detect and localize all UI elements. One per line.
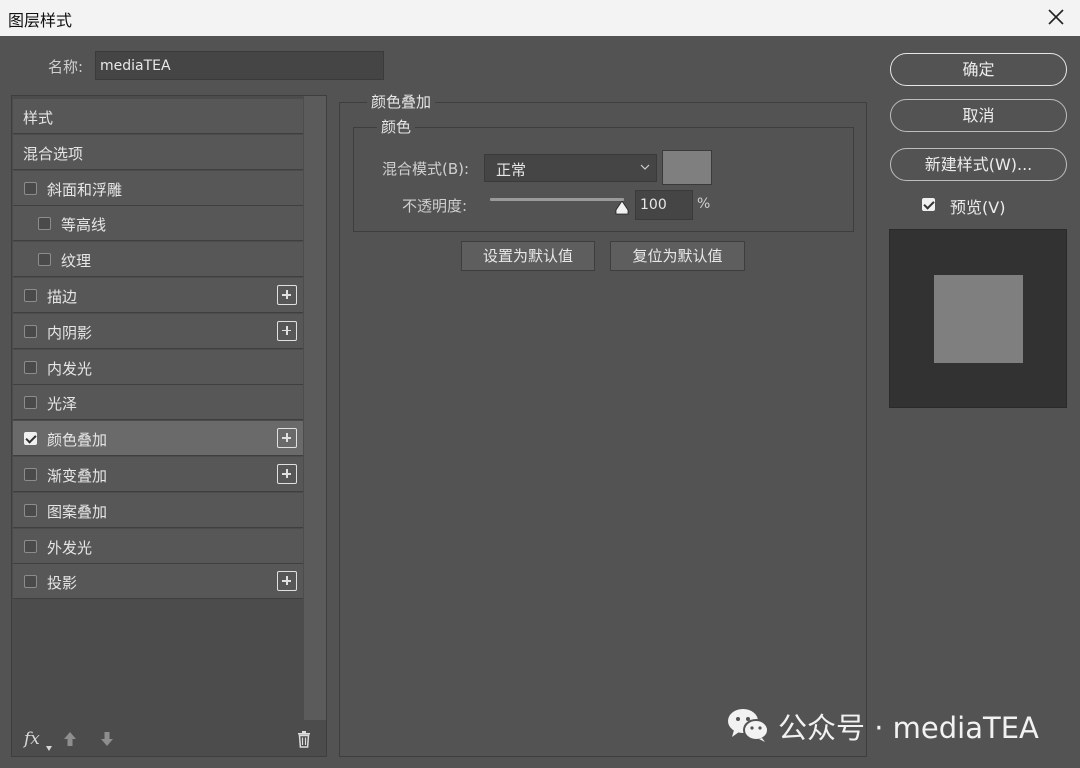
style-item-3[interactable]: 等高线: [13, 206, 303, 242]
cancel-button[interactable]: 取消: [890, 99, 1067, 132]
blend-mode-select[interactable]: 正常: [484, 154, 657, 182]
style-item-label: 渐变叠加: [47, 467, 108, 485]
styles-toolbar: fx: [12, 722, 326, 756]
style-item-label: 投影: [47, 574, 78, 593]
trash-icon[interactable]: [296, 730, 312, 748]
preview-checkbox[interactable]: [922, 198, 935, 211]
opacity-label: 不透明度:: [402, 197, 468, 215]
blend-mode-value: 正常: [496, 161, 527, 179]
style-item-checkbox[interactable]: [24, 539, 37, 553]
ok-button[interactable]: 确定: [890, 53, 1067, 86]
color-group-title: 颜色: [377, 116, 416, 137]
style-item-checkbox[interactable]: [38, 217, 51, 231]
style-item-label: 光泽: [47, 395, 78, 414]
style-item-checkbox[interactable]: [24, 360, 37, 374]
style-item-checkbox[interactable]: [24, 575, 37, 589]
style-preview: [889, 229, 1067, 408]
style-item-label: 纹理: [61, 252, 92, 271]
wechat-icon: [728, 709, 769, 742]
style-item-9[interactable]: 颜色叠加: [13, 421, 303, 457]
style-item-checkbox[interactable]: [24, 503, 37, 517]
chevron-down-icon: [640, 164, 650, 170]
style-item-13[interactable]: 投影: [13, 564, 303, 600]
style-item-12[interactable]: 外发光: [13, 528, 303, 564]
style-item-label: 等高线: [61, 216, 107, 235]
preview-swatch: [934, 275, 1023, 363]
style-item-checkbox[interactable]: [38, 253, 51, 267]
style-item-label: 内阴影: [47, 323, 93, 342]
add-style-icon[interactable]: [277, 464, 297, 484]
preview-label: 预览(V): [950, 198, 1006, 217]
styles-list-panel: 样式混合选项斜面和浮雕等高线纹理描边内阴影内发光光泽颜色叠加渐变叠加图案叠加外发…: [11, 95, 327, 757]
style-item-label: 混合选项: [23, 144, 84, 163]
add-style-icon[interactable]: [277, 320, 297, 341]
style-item-5[interactable]: 描边: [13, 278, 303, 313]
close-icon[interactable]: [1042, 3, 1070, 31]
style-item-2[interactable]: 斜面和浮雕: [13, 170, 303, 206]
fx-button[interactable]: fx: [24, 729, 40, 749]
style-item-10[interactable]: 渐变叠加: [13, 457, 303, 492]
opacity-unit: %: [697, 196, 711, 212]
style-item-checkbox[interactable]: [24, 181, 37, 195]
move-up-icon[interactable]: [62, 730, 78, 748]
style-item-checkbox[interactable]: [24, 432, 37, 446]
opacity-slider-thumb-icon[interactable]: [614, 201, 630, 215]
opacity-slider-track[interactable]: [490, 198, 624, 201]
move-down-icon[interactable]: [99, 730, 115, 748]
style-item-11[interactable]: 图案叠加: [13, 492, 303, 528]
style-item-checkbox[interactable]: [24, 396, 37, 410]
name-input[interactable]: [95, 51, 384, 80]
scrollbar[interactable]: [304, 96, 326, 720]
fx-dropdown-arrow-icon: [46, 746, 52, 751]
style-item-label: 图案叠加: [47, 502, 108, 521]
style-item-checkbox[interactable]: [24, 324, 37, 338]
add-style-icon[interactable]: [277, 571, 297, 592]
color-overlay-title: 颜色叠加: [367, 91, 436, 112]
title-bar: 图层样式: [0, 0, 1080, 36]
overlay-color-swatch[interactable]: [662, 150, 712, 185]
add-style-icon[interactable]: [277, 285, 297, 305]
style-item-label: 样式: [23, 109, 54, 127]
watermark-text: 公众号 · mediaTEA: [778, 711, 1039, 745]
style-item-checkbox[interactable]: [24, 468, 37, 481]
new-style-button[interactable]: 新建样式(W)...: [890, 148, 1067, 181]
set-default-button[interactable]: 设置为默认值: [461, 241, 595, 271]
style-item-0[interactable]: 样式: [13, 99, 303, 134]
style-item-6[interactable]: 内阴影: [13, 313, 303, 349]
style-item-label: 描边: [47, 288, 78, 306]
style-item-label: 斜面和浮雕: [47, 180, 123, 199]
reset-default-button[interactable]: 复位为默认值: [610, 241, 745, 271]
opacity-input[interactable]: [635, 190, 693, 220]
style-item-1[interactable]: 混合选项: [13, 134, 303, 170]
style-item-label: 内发光: [47, 359, 93, 378]
window-title: 图层样式: [8, 11, 73, 30]
add-style-icon[interactable]: [277, 428, 297, 449]
style-item-8[interactable]: 光泽: [13, 385, 303, 421]
blend-mode-label: 混合模式(B):: [382, 160, 470, 178]
style-item-label: 外发光: [47, 538, 93, 557]
name-label: 名称:: [48, 58, 84, 76]
style-item-4[interactable]: 纹理: [13, 242, 303, 278]
style-item-label: 颜色叠加: [47, 431, 108, 450]
style-item-7[interactable]: 内发光: [13, 349, 303, 385]
style-item-checkbox[interactable]: [24, 289, 37, 302]
